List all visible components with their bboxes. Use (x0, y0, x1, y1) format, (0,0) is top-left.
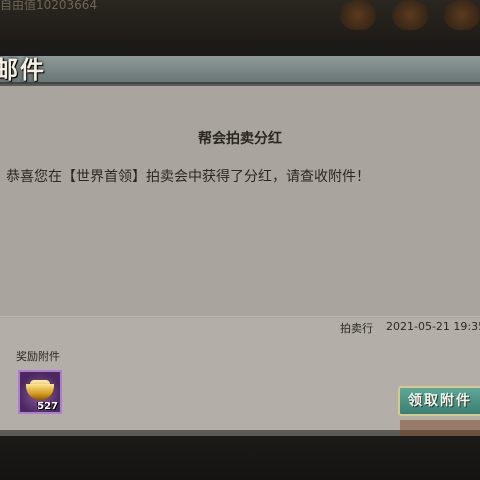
mail-timestamp: 2021-05-21 19:35 (386, 320, 480, 333)
game-bottom-bar (0, 436, 480, 480)
mail-subject: 帮会拍卖分红 (198, 131, 282, 147)
mail-body: 恭喜您在【世界首领】拍卖会中获得了分红，请查收附件！ (6, 169, 370, 185)
mail-panel-header: 邮件 (0, 55, 480, 84)
button-shadow (400, 420, 480, 436)
attachments-label: 奖励附件 (16, 350, 60, 363)
item-count: 527 (37, 401, 58, 412)
claim-attachments-button[interactable]: 领取附件 (398, 386, 480, 416)
mail-panel: 邮件 帮会拍卖分红 恭喜您在【世界首领】拍卖会中获得了分红，请查收附件！ 拍卖行… (0, 55, 480, 436)
window-title: 邮件 (0, 55, 46, 84)
currency-readout: 自由值10203664 (0, 0, 98, 12)
gold-ingot-icon (26, 384, 54, 400)
menu-orb-icon (392, 0, 428, 30)
divider (0, 316, 480, 317)
game-top-bar: 自由值10203664 (0, 0, 480, 40)
menu-orb-icon (444, 0, 480, 30)
attachment-item-slot[interactable]: 527 (18, 370, 62, 414)
mail-sender: 拍卖行 (340, 322, 373, 335)
menu-orb-icon (340, 0, 376, 30)
